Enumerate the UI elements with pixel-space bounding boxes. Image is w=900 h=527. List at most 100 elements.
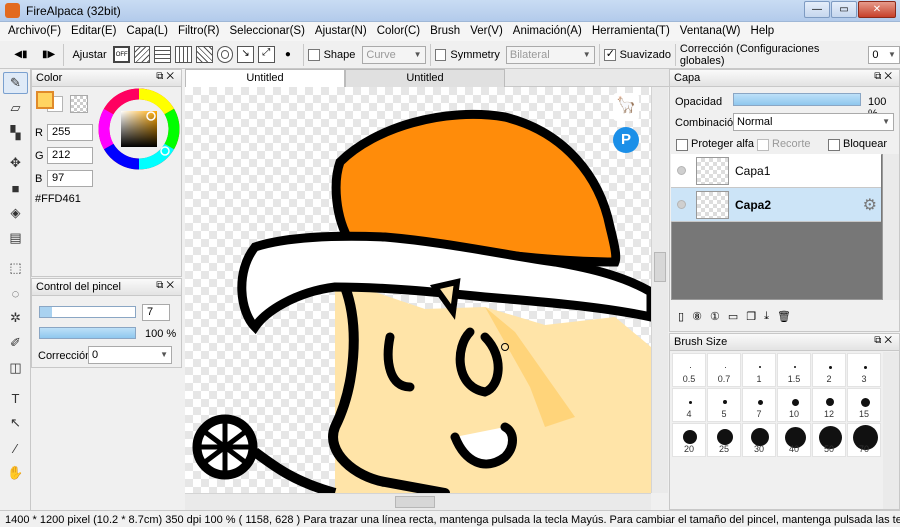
duplicate-layer-icon[interactable]: ❐ — [746, 310, 756, 323]
panel-float-close-icon[interactable]: ⧉✕ — [874, 335, 895, 346]
canvas-vertical-scrollbar[interactable] — [651, 87, 668, 493]
vertical-scroll-thumb[interactable] — [654, 252, 666, 282]
prev-frame-icon[interactable]: ◀▮ — [12, 46, 30, 64]
symmetry-checkbox[interactable] — [434, 48, 447, 61]
canvas-horizontal-scrollbar[interactable] — [185, 493, 651, 510]
brush-size-scrollbar[interactable] — [883, 352, 899, 509]
brush-size-cell[interactable]: 7 — [742, 388, 776, 422]
tab-untitled-1[interactable]: Untitled — [185, 69, 345, 87]
snap-grid2-icon[interactable] — [175, 46, 192, 63]
brush-size-cell[interactable]: 5 — [707, 388, 741, 422]
brush-size-slider[interactable] — [39, 306, 136, 318]
brush-size-cell[interactable]: 4 — [672, 388, 706, 422]
snap-curve-icon[interactable]: ⤢ — [258, 46, 275, 63]
bucket-tool-icon[interactable]: ◈ — [3, 202, 28, 224]
horizontal-scroll-thumb[interactable] — [395, 496, 435, 508]
layer-visibility-icon[interactable] — [677, 200, 686, 209]
pixiv-p-icon[interactable]: P — [613, 127, 639, 153]
color-wheel[interactable] — [98, 88, 180, 170]
new-layer-icon[interactable]: ▯ — [678, 310, 684, 323]
snap-off-icon[interactable]: OFF — [112, 46, 130, 63]
menu-brush[interactable]: Brush — [425, 22, 465, 41]
panel-float-close-icon[interactable]: ⧉✕ — [874, 71, 895, 82]
blend-mode-select[interactable]: Normal ▼ — [733, 113, 894, 131]
brush-size-cell[interactable]: 15 — [847, 388, 881, 422]
layer-row-capa1[interactable]: Capa1 — [671, 154, 881, 188]
menu-archivo[interactable]: Archivo(F) — [3, 22, 66, 41]
brush-size-cell[interactable]: 2 — [812, 353, 846, 387]
eraser-tool-icon[interactable]: ▱ — [3, 97, 28, 119]
menu-capa[interactable]: Capa(L) — [121, 22, 173, 41]
select-eraser-tool-icon[interactable]: ◫ — [3, 357, 28, 379]
select-pen-tool-icon[interactable]: ✐ — [3, 332, 28, 354]
snap-grid-icon[interactable] — [154, 46, 172, 63]
protect-alpha-checkbox[interactable] — [676, 139, 688, 151]
text-tool-icon[interactable]: T — [3, 387, 28, 409]
symmetry-select[interactable]: Bilateral ▼ — [505, 45, 595, 64]
close-button[interactable]: ✕ — [858, 1, 896, 18]
minimize-button[interactable]: — — [804, 1, 830, 18]
snap-parallel-icon[interactable] — [133, 46, 151, 63]
primary-color-swatch[interactable] — [36, 91, 54, 109]
menu-ventana[interactable]: Ventana(W) — [675, 22, 746, 41]
brush-size-cell[interactable]: 20 — [672, 423, 706, 457]
correction-select[interactable]: 0 ▼ — [868, 45, 900, 64]
layer-list-scrollbar[interactable] — [883, 154, 899, 300]
menu-herramienta[interactable]: Herramienta(T) — [587, 22, 675, 41]
next-frame-icon[interactable]: ▮▶ — [40, 46, 58, 64]
r-input[interactable]: 255 — [47, 124, 93, 141]
g-input[interactable]: 212 — [47, 147, 93, 164]
new-8bit-layer-icon[interactable]: ⑧ — [692, 310, 702, 323]
move-tool-icon[interactable]: ✥ — [3, 152, 28, 174]
operation-tool-icon[interactable]: ↖ — [3, 412, 28, 434]
tab-untitled-2[interactable]: Untitled — [345, 69, 505, 87]
brush-size-cell[interactable]: 25 — [707, 423, 741, 457]
brush-size-cell[interactable]: 12 — [812, 388, 846, 422]
menu-animacion[interactable]: Animación(A) — [508, 22, 587, 41]
brush-size-cell[interactable]: 30 — [742, 423, 776, 457]
select-tool-icon[interactable]: ⬚ — [3, 257, 28, 279]
snap-vanish-icon[interactable]: ↘ — [237, 46, 255, 63]
brush-correction-select[interactable]: 0 ▼ — [88, 346, 172, 364]
transparent-color-swatch[interactable] — [70, 95, 88, 113]
dot-tool-icon[interactable]: ▚ — [3, 122, 28, 144]
panel-float-close-icon[interactable]: ⧉✕ — [156, 280, 177, 291]
snap-circle-icon[interactable] — [216, 46, 234, 63]
clip-checkbox[interactable] — [757, 139, 769, 151]
brush-size-cell[interactable]: 3 — [847, 353, 881, 387]
merge-down-icon[interactable]: ⤓ — [764, 310, 769, 323]
maximize-button[interactable]: ▭ — [831, 1, 857, 18]
delete-layer-icon[interactable]: 🗑 — [777, 310, 791, 323]
layer-row-capa2[interactable]: Capa2 ⚙ — [671, 188, 881, 222]
menu-ver[interactable]: Ver(V) — [465, 22, 508, 41]
hand-tool-icon[interactable]: ✋ — [3, 462, 28, 484]
menu-editar[interactable]: Editar(E) — [66, 22, 121, 41]
magic-wand-tool-icon[interactable]: ✲ — [3, 307, 28, 329]
brush-size-cell[interactable]: 70 — [847, 423, 881, 457]
brush-size-input[interactable]: 7 — [142, 304, 170, 321]
drawing-canvas[interactable]: 🦙 P — [185, 87, 651, 493]
shape-checkbox[interactable] — [307, 48, 320, 61]
brush-size-cell[interactable]: 10 — [777, 388, 811, 422]
lasso-tool-icon[interactable]: ◌ — [3, 282, 28, 304]
alpaca-mascot-icon[interactable]: 🦙 — [613, 93, 639, 121]
smooth-checkbox[interactable] — [603, 47, 616, 61]
layer-opacity-slider[interactable] — [733, 93, 861, 106]
menu-ajustar[interactable]: Ajustar(N) — [310, 22, 372, 41]
fill-tool-icon[interactable]: ■ — [3, 177, 28, 199]
brush-size-cell[interactable]: 1 — [742, 353, 776, 387]
eyedropper-tool-icon[interactable]: ⁄ — [3, 437, 28, 459]
snap-point-icon[interactable]: ● — [279, 46, 297, 64]
b-input[interactable]: 97 — [47, 170, 93, 187]
menu-color[interactable]: Color(C) — [372, 22, 425, 41]
brush-size-cell[interactable]: 40 — [777, 423, 811, 457]
new-1bit-layer-icon[interactable]: ① — [710, 310, 720, 323]
shape-select[interactable]: Curve ▼ — [362, 45, 426, 64]
brush-size-cell[interactable]: 0.5 — [672, 353, 706, 387]
panel-float-close-icon[interactable]: ⧉✕ — [156, 71, 177, 82]
menu-filtro[interactable]: Filtro(R) — [173, 22, 225, 41]
brush-size-cell[interactable]: 0.7 — [707, 353, 741, 387]
brush-size-cell[interactable]: 50 — [812, 423, 846, 457]
gradient-tool-icon[interactable]: ▤ — [3, 227, 28, 249]
menu-help[interactable]: Help — [746, 22, 780, 41]
